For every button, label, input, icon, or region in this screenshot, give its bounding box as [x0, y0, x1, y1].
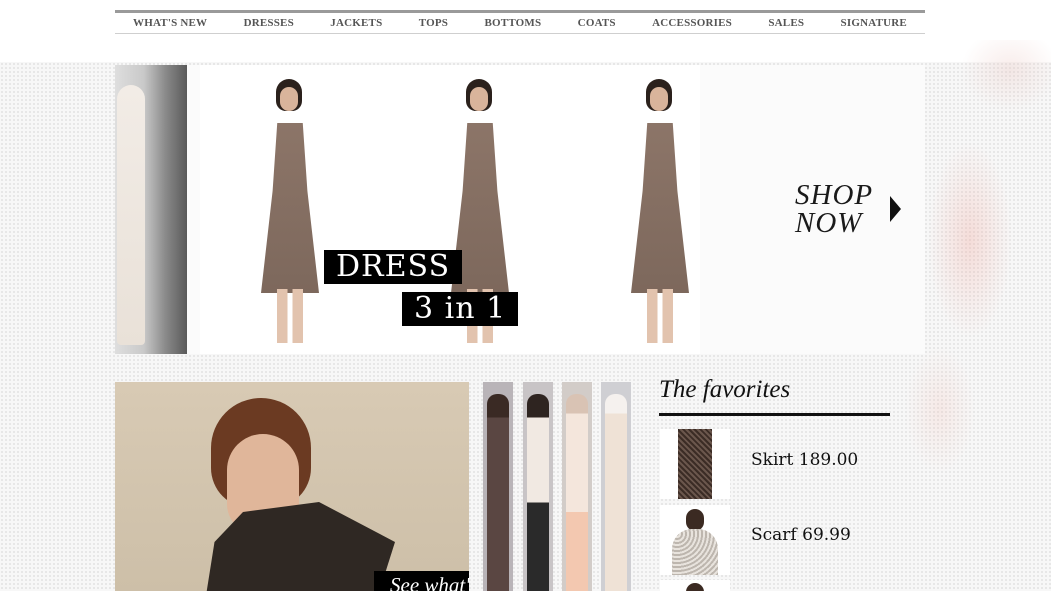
arrow-right-icon[interactable] — [890, 196, 901, 222]
nav-item-dresses[interactable]: DRESSES — [244, 17, 294, 29]
favorites-title: The favorites — [659, 376, 791, 403]
favorite-scarf-name: Scarf — [751, 525, 797, 545]
nav-item-coats[interactable]: COATS — [578, 17, 616, 29]
three-in-one-label: 3 in 1 — [402, 292, 519, 326]
hero-banner[interactable]: DRESS 3 in 1 SHOP NOW — [115, 65, 925, 354]
shop-now-line1: SHOP — [795, 179, 874, 211]
runway-strip-1[interactable] — [483, 382, 513, 591]
favorite-skirt-name: Skirt — [751, 450, 794, 470]
nav-item-bottoms[interactable]: BOTTOMS — [484, 17, 541, 29]
see-whats-new-button[interactable]: See what's new ! — [374, 571, 469, 591]
feature-photo[interactable]: See what's new ! — [115, 382, 469, 591]
model-photo-3 — [625, 79, 695, 343]
favorites-divider — [659, 413, 890, 416]
nav-item-tops[interactable]: TOPS — [419, 17, 448, 29]
favorite-scarf-price: 69.99 — [802, 525, 851, 545]
favorite-item-3-image[interactable] — [660, 580, 730, 591]
dress-label: DRESS — [324, 250, 463, 284]
shop-now-line2: NOW — [795, 207, 863, 239]
favorite-scarf-image[interactable] — [660, 505, 730, 575]
nav-item-accessories[interactable]: ACCESSORIES — [652, 17, 732, 29]
nav-item-jackets[interactable]: JACKETS — [330, 17, 382, 29]
runway-strip-2[interactable] — [523, 382, 553, 591]
model-photo-1 — [255, 79, 325, 343]
runway-strip-3[interactable] — [562, 382, 592, 591]
runway-photo — [115, 65, 187, 354]
favorite-skirt-link[interactable]: Skirt 189.00 — [751, 450, 858, 470]
favorite-scarf-link[interactable]: Scarf 69.99 — [751, 525, 851, 545]
runway-strip-4[interactable] — [601, 382, 631, 591]
nav-item-sales[interactable]: SALES — [768, 17, 804, 29]
nav-item-signature[interactable]: SIGNATURE — [841, 17, 907, 29]
main-nav: WHAT'S NEW DRESSES JACKETS TOPS BOTTOMS … — [115, 10, 925, 34]
runway-model — [117, 85, 145, 345]
favorite-skirt-price: 189.00 — [798, 450, 859, 470]
shop-now-link[interactable]: SHOP NOW — [795, 179, 905, 239]
nav-item-whats-new[interactable]: WHAT'S NEW — [133, 17, 207, 29]
favorite-skirt-image[interactable] — [660, 429, 730, 499]
